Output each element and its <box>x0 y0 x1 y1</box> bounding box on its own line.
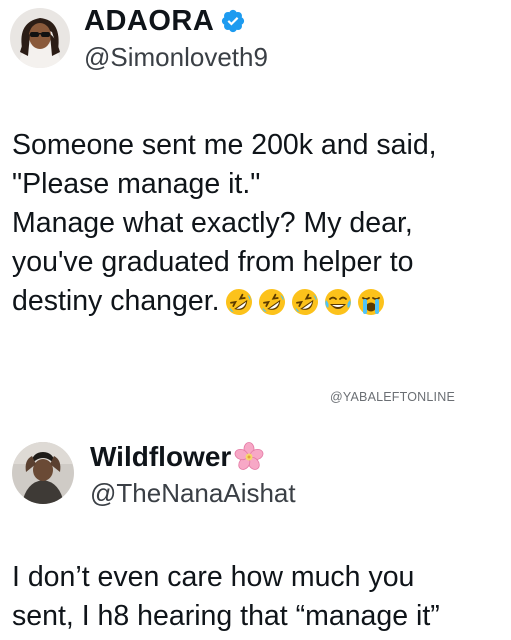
face-with-tears-of-joy-emoji-icon <box>323 287 353 317</box>
tweet-text-line: I don’t even care how much you <box>12 561 415 593</box>
avatar-image <box>10 8 70 68</box>
handle[interactable]: @TheNanaAishat <box>90 478 296 508</box>
tweet-text: Someone sent me 200k and said, "Please m… <box>12 126 503 321</box>
verified-badge-icon <box>220 8 246 34</box>
display-name-text: Wildflower <box>90 441 232 472</box>
display-name-text: ADAORA <box>84 5 215 37</box>
tweet-card: ADAORA @Simonloveth9 Someone sent me 200… <box>0 0 511 430</box>
display-name[interactable]: ADAORA <box>84 4 246 38</box>
avatar-image <box>12 442 74 504</box>
watermark: @YABALEFTONLINE <box>330 390 455 404</box>
tweet-text: I don’t even care how much you sent, I h… <box>12 558 503 636</box>
display-name[interactable]: Wildflower <box>90 440 265 474</box>
tweet-text-line: sent, I h8 hearing that “manage it” <box>12 600 440 632</box>
handle[interactable]: @Simonloveth9 <box>84 42 268 72</box>
rolling-on-floor-laughing-emoji-icon <box>290 287 320 317</box>
rolling-on-floor-laughing-emoji-icon <box>224 287 254 317</box>
emoji-row <box>224 287 389 317</box>
loudly-crying-face-emoji-icon <box>356 287 386 317</box>
tweet-text-line: Someone sent me 200k and said, <box>12 129 437 161</box>
avatar[interactable] <box>10 8 70 68</box>
tweet-text-line: destiny changer. <box>12 285 220 317</box>
tweet-text-line-last: destiny changer. <box>12 282 503 321</box>
cherry-blossom-icon <box>233 441 265 473</box>
tweet-text-line: Manage what exactly? My dear, <box>12 207 413 239</box>
tweet-text-line: "Please manage it." <box>12 168 261 200</box>
rolling-on-floor-laughing-emoji-icon <box>257 287 287 317</box>
avatar[interactable] <box>12 442 74 504</box>
tweet-card: Wildflower @TheNanaAishat I don’t even c… <box>0 430 511 640</box>
tweet-text-line: you've graduated from helper to <box>12 246 414 278</box>
